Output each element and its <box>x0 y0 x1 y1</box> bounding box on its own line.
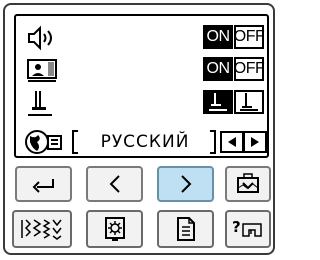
sound-off-button[interactable]: OFF <box>234 25 265 49</box>
presser-foot-toggle <box>203 90 264 114</box>
sound-toggle: ON OFF <box>203 25 265 49</box>
screen-saver-setting-row: ON OFF <box>16 54 267 84</box>
help-machine-button[interactable]: ? <box>225 210 271 248</box>
language-value: РУССКИЙ <box>100 132 190 152</box>
embroidery-pattern-icon <box>104 217 125 241</box>
chevron-left-icon <box>109 175 120 193</box>
language-selector: РУССКИЙ <box>70 129 218 155</box>
settings-document-icon <box>176 217 195 241</box>
screen-saver-on-button[interactable]: ON <box>203 57 233 81</box>
language-next-button[interactable] <box>243 131 267 153</box>
screen-image-icon <box>27 59 57 82</box>
triangle-right-icon <box>251 137 259 147</box>
screen-saver-off-button[interactable]: OFF <box>234 57 265 81</box>
presser-foot-setting-row <box>16 88 267 118</box>
right-bracket <box>210 130 216 154</box>
utility-stitch-icon <box>21 219 62 240</box>
return-button[interactable] <box>15 166 72 202</box>
previous-page-button[interactable] <box>86 166 143 202</box>
sound-on-button[interactable]: ON <box>203 25 233 49</box>
help-machine-icon: ? <box>232 218 262 237</box>
left-bracket <box>72 130 78 154</box>
next-page-button[interactable] <box>157 166 214 202</box>
utility-stitch-button[interactable] <box>12 210 72 248</box>
return-arrow-icon <box>32 179 54 193</box>
globe-language-icon <box>25 130 62 154</box>
embroidery-pattern-button[interactable] <box>86 210 143 248</box>
svg-text:?: ? <box>232 218 241 236</box>
sound-setting-row: ON OFF <box>16 22 267 52</box>
chevron-right-icon <box>180 175 191 193</box>
embroidery-button[interactable] <box>225 166 271 202</box>
speaker-icon <box>28 25 52 51</box>
screen-saver-toggle: ON OFF <box>203 57 265 81</box>
foot-up-icon <box>209 93 227 111</box>
presser-foot-up-button[interactable] <box>203 90 233 114</box>
presser-foot-down-button[interactable] <box>234 90 264 114</box>
presser-foot-icon <box>28 91 52 116</box>
triangle-left-icon <box>228 137 236 147</box>
language-prev-button[interactable] <box>220 131 244 153</box>
settings-screen: ON OFF ON OFF РУССКИЙ <box>14 14 269 158</box>
embroidery-frame-icon <box>237 173 259 193</box>
foot-down-icon <box>240 93 258 111</box>
settings-document-button[interactable] <box>157 210 214 248</box>
